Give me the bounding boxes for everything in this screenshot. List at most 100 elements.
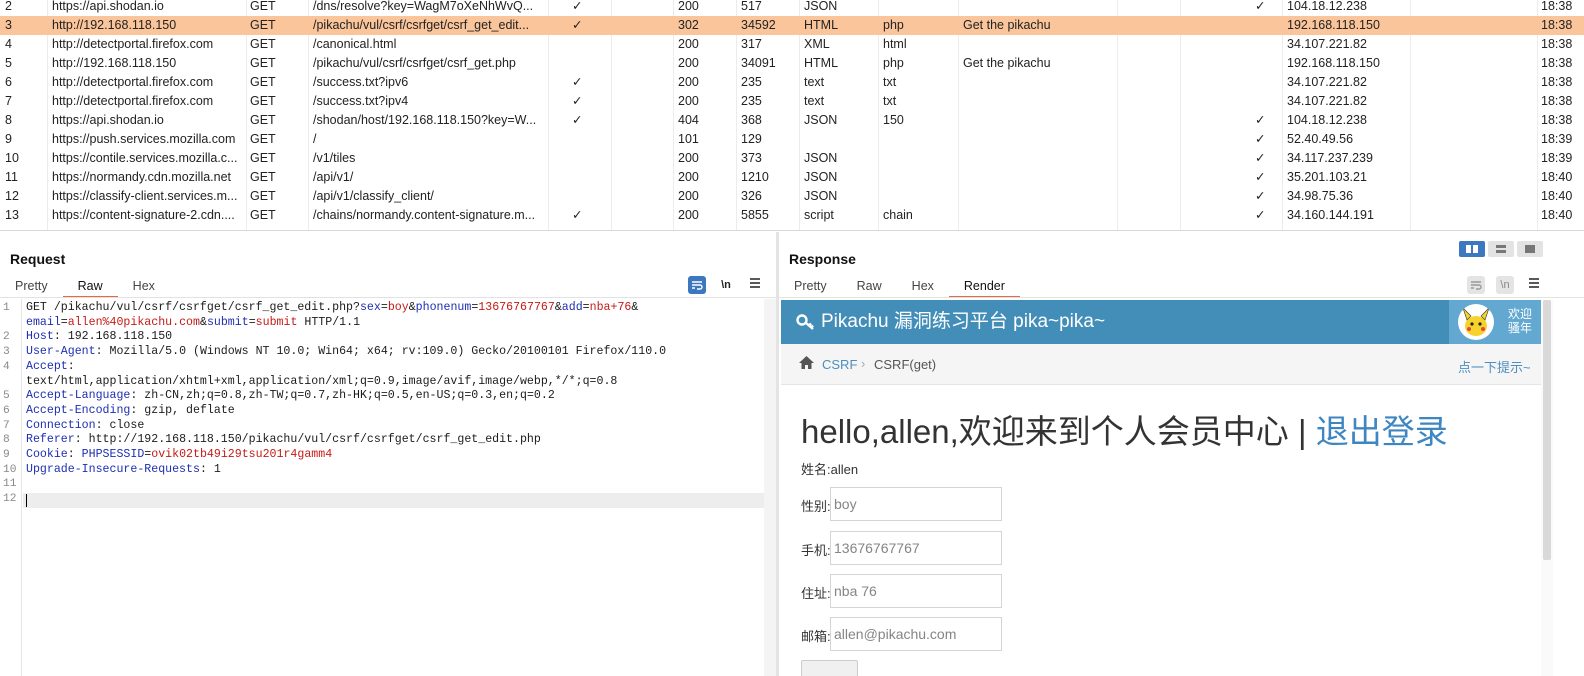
header-referer: Referer: http://192.168.118.150/pikachu/… (26, 433, 541, 447)
cell-method: GET (250, 75, 276, 89)
tab-pretty[interactable]: Pretty (0, 276, 63, 296)
page-title: hello,allen,欢迎来到个人会员中心 | 退出登录 (801, 413, 1448, 450)
avatar[interactable] (1458, 304, 1494, 340)
table-row[interactable]: 10 https://contile.services.mozilla.c... G… (0, 149, 1584, 168)
header-upgrade-insecure: Upgrade-Insecure-Requests: 1 (26, 462, 221, 476)
logout-link[interactable]: 退出登录 (1316, 413, 1448, 450)
cell-method: GET (250, 189, 276, 203)
cell-method: GET (250, 37, 276, 51)
cell-method: GET (250, 132, 276, 146)
render-scrollbar[interactable] (1543, 300, 1551, 560)
cell-n: 12 (5, 189, 19, 203)
cell-status: 404 (678, 113, 699, 127)
cell-status: 302 (678, 18, 699, 32)
cell-mime: JSON (804, 0, 838, 13)
cell-mime: text (804, 75, 825, 89)
sex-label: 性别: (801, 499, 831, 514)
breadcrumb-csrf-link[interactable]: CSRF (822, 357, 857, 372)
table-row-partial[interactable] (0, 227, 1584, 230)
cell-n: 5 (5, 56, 12, 70)
header-host: Host: 192.168.118.150 (26, 330, 173, 344)
breadcrumb-separator: › (861, 356, 866, 371)
cell-title: Get the pikachu (963, 56, 1051, 70)
cell-tls: ✓ (1255, 189, 1266, 203)
cell-length: 1210 (741, 170, 769, 184)
cell-url: /chains/normandy.content-signature.m... (313, 208, 536, 222)
cell-time: 18:38 (1541, 37, 1573, 51)
cell-host: http://detectportal.firefox.com (52, 37, 214, 51)
cell-length: 5855 (741, 208, 769, 222)
header-accept-encoding: Accept-Encoding: gzip, deflate (26, 403, 235, 417)
header-connection: Connection: close (26, 418, 145, 432)
cell-ip: 34.160.144.191 (1287, 208, 1374, 222)
cell-method: GET (250, 113, 276, 127)
cell-mime: JSON (804, 113, 838, 127)
raw-request-editor[interactable]: 1 2 3 4 5 6 7 8 9 10 11 12 GET /pikachu/vul/csrf/cs… (0, 299, 776, 676)
line-number: 3 (3, 346, 10, 359)
hint-link[interactable]: 点一下提示~ (1458, 357, 1531, 376)
cell-time: 18:40 (1541, 208, 1573, 222)
table-row[interactable]: 8 https://api.shodan.io GET/shodan/host/19… (0, 111, 1584, 130)
key-icon (796, 314, 814, 330)
cell-ext: txt (883, 75, 897, 89)
tab-pretty[interactable]: Pretty (779, 276, 842, 296)
sex-input[interactable] (830, 487, 1002, 521)
cell-mime: JSON (804, 189, 838, 203)
phone-input[interactable] (830, 531, 1002, 565)
name-field: 姓名:allen (801, 462, 859, 477)
table-row[interactable]: 2 https://api.shodan.io GET/dns/resolve?ke… (0, 0, 1584, 16)
layout-stacked-icon[interactable] (1488, 241, 1514, 257)
show-newlines-button[interactable]: \n (1496, 276, 1514, 294)
layout-single-icon[interactable] (1517, 241, 1543, 257)
cell-url: /success.txt?ipv6 (313, 75, 409, 89)
tab-hex[interactable]: Hex (897, 276, 949, 296)
table-row[interactable]: 9 https://push.services.mozilla.com GET / 10… (0, 130, 1584, 149)
tab-raw[interactable]: Raw (842, 276, 897, 296)
cell-url: / (313, 132, 317, 146)
proxy-history-table: 2 https://api.shodan.io GET/dns/resolve?ke… (0, 0, 1584, 231)
cell-time: 18:38 (1541, 18, 1573, 32)
layout-side-by-side-icon[interactable] (1459, 241, 1485, 257)
address-input[interactable] (830, 574, 1002, 608)
table-row[interactable]: 7 http://detectportal.firefox.com GET/succ… (0, 92, 1584, 111)
table-row[interactable]: 12 https://classify-client.services.m... G… (0, 187, 1584, 206)
breadcrumb: CSRF › CSRF(get) 点一下提示~ (781, 344, 1541, 385)
cell-length: 317 (741, 37, 762, 51)
tab-raw[interactable]: Raw (62, 276, 118, 298)
cell-time: 18:40 (1541, 189, 1573, 203)
cell-tls: ✓ (1255, 0, 1266, 13)
cell-host: https://push.services.mozilla.com (52, 132, 236, 146)
cell-time: 18:39 (1541, 151, 1573, 165)
cell-status: 101 (678, 132, 699, 146)
cell-url: /pikachu/vul/csrf/csrfget/csrf_get_edit.… (313, 18, 530, 32)
table-row[interactable]: 5 http://192.168.118.150 GET/pikachu/vul/c… (0, 54, 1584, 73)
table-row[interactable]: 6 http://detectportal.firefox.com GET/succ… (0, 73, 1584, 92)
cell-length: 34091 (741, 56, 776, 70)
cell-tls: ✓ (1255, 170, 1266, 184)
cell-status: 200 (678, 94, 699, 108)
request-scrollbar[interactable] (764, 299, 776, 676)
cell-params: ✓ (572, 208, 583, 222)
show-newlines-button[interactable]: \n (717, 276, 735, 294)
tab-hex[interactable]: Hex (118, 276, 170, 296)
hamburger-menu-icon[interactable] (1525, 276, 1543, 294)
tab-render[interactable]: Render (948, 276, 1020, 298)
cell-method: GET (250, 208, 276, 222)
table-row[interactable]: 13 https://content-signature-2.cdn.... GET… (0, 206, 1584, 225)
hamburger-menu-icon[interactable] (746, 276, 764, 294)
email-input[interactable] (830, 617, 1002, 651)
site-brand[interactable]: Pikachu 漏洞练习平台 pika~pika~ (821, 311, 1105, 333)
wrap-lines-icon[interactable] (1467, 276, 1485, 294)
table-row[interactable]: 4 http://detectportal.firefox.com GET/cano… (0, 35, 1584, 54)
cell-ip: 52.40.49.56 (1287, 132, 1354, 146)
table-row[interactable]: 11 https://normandy.cdn.mozilla.net GET/ap… (0, 168, 1584, 187)
address-label: 住址: (801, 586, 831, 601)
welcome-text[interactable]: 欢迎 骚年 (1503, 307, 1537, 335)
wrap-lines-icon[interactable] (688, 276, 706, 294)
cell-host: http://detectportal.firefox.com (52, 75, 214, 89)
submit-button[interactable] (801, 660, 858, 676)
table-row[interactable]: 3 http://192.168.118.150 GET/pikachu/vul/c… (0, 16, 1584, 35)
cell-ext: php (883, 56, 904, 70)
cell-url: /api/v1/ (313, 170, 354, 184)
cell-ext: chain (883, 208, 913, 222)
